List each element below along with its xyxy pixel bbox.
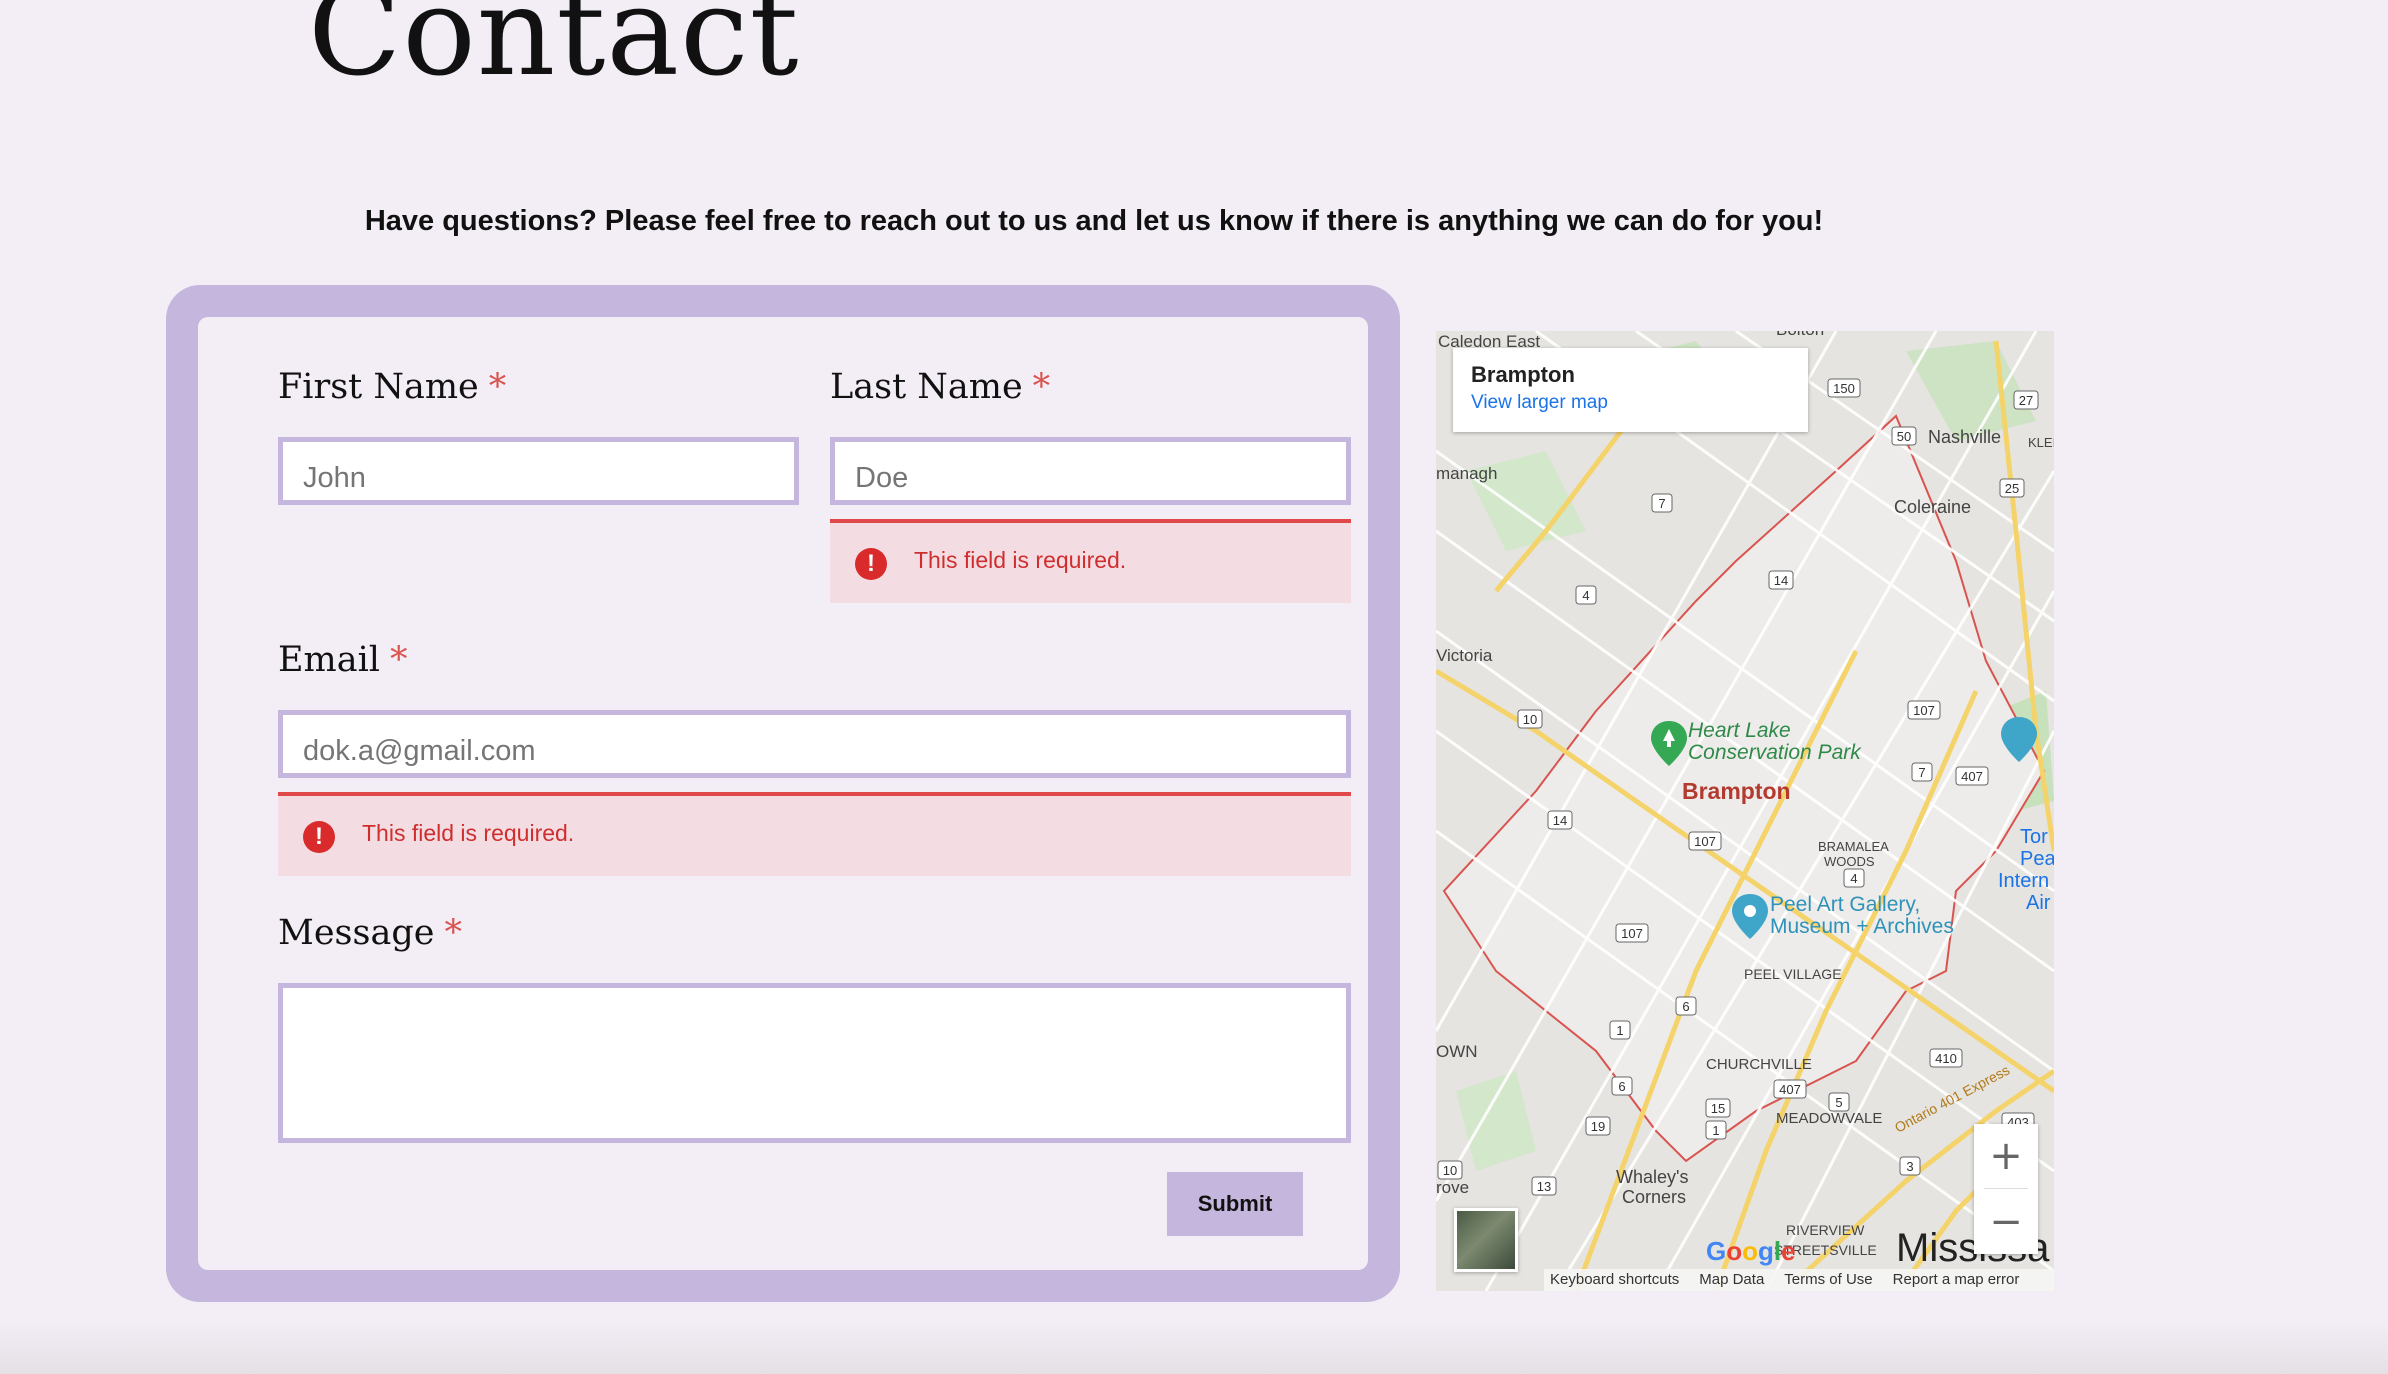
zoom-in-button[interactable]: + — [1974, 1124, 2038, 1188]
google-logo: Google — [1706, 1236, 1796, 1266]
last-name-error: ! This field is required. — [830, 519, 1351, 603]
route-shield: 50 — [1897, 429, 1911, 444]
route-shield: 4 — [1582, 588, 1589, 603]
route-shield: 13 — [1537, 1179, 1551, 1194]
route-shield: 1 — [1616, 1023, 1623, 1038]
error-icon: ! — [303, 821, 335, 853]
place-label: Corners — [1622, 1187, 1686, 1207]
route-shield: 5 — [1835, 1095, 1842, 1110]
first-name-input[interactable] — [278, 437, 799, 505]
route-shield: 19 — [1591, 1119, 1605, 1134]
last-name-label-text: Last Name — [830, 367, 1023, 407]
last-name-label: Last Name * — [830, 367, 1050, 407]
route-shield: 410 — [1935, 1051, 1957, 1066]
required-mark: * — [444, 913, 462, 953]
required-mark: * — [1032, 367, 1051, 407]
route-shield: 3 — [1906, 1159, 1913, 1174]
route-shield: 10 — [1443, 1163, 1457, 1178]
route-shield: 6 — [1618, 1079, 1625, 1094]
place-label: WOODS — [1824, 854, 1875, 869]
satellite-toggle[interactable] — [1454, 1208, 1518, 1272]
map-place-name: Brampton — [1471, 362, 1575, 387]
place-label: Tor — [2020, 826, 2048, 848]
route-shield: 1 — [1712, 1123, 1719, 1138]
route-shield: 15 — [1711, 1101, 1725, 1116]
zoom-out-button[interactable]: − — [1974, 1190, 2038, 1254]
place-label: Nashville — [1928, 427, 2001, 447]
route-shield: 27 — [2019, 393, 2033, 408]
place-label: Coleraine — [1894, 497, 1971, 517]
place-label: Whaley's — [1616, 1167, 1688, 1187]
map-footer: Keyboard shortcuts Map Data Terms of Use… — [1544, 1269, 2054, 1291]
park-label: Conservation Park — [1688, 741, 1862, 764]
page-title: Contact — [308, 0, 800, 103]
contact-form-frame: First Name* Last Name* ! This field is r… — [166, 285, 1400, 1302]
required-mark: * — [488, 367, 507, 407]
place-label: MEADOWVALE — [1776, 1110, 1882, 1127]
first-name-label: First Name * — [278, 367, 506, 407]
submit-button[interactable]: Submit — [1167, 1172, 1303, 1236]
terms-of-use-link[interactable]: Terms of Use — [1784, 1269, 1872, 1291]
place-label: Pea — [2020, 848, 2054, 870]
route-shield: 10 — [1523, 712, 1537, 727]
place-label: OWN — [1436, 1042, 1478, 1061]
route-shield: 107 — [1913, 703, 1935, 718]
place-label: Victoria — [1436, 646, 1493, 665]
museum-label: Museum + Archives — [1770, 915, 1954, 938]
map-embed[interactable]: 7 14 4 10 107 407 7 14 107 4 107 6 1 410… — [1436, 331, 2054, 1291]
message-label-text: Message — [278, 913, 435, 953]
place-label: BRAMALEA — [1818, 839, 1889, 854]
place-label: Bolton — [1776, 331, 1824, 339]
email-label: Email * — [278, 640, 408, 680]
route-shield: 25 — [2005, 481, 2019, 496]
keyboard-shortcuts-link[interactable]: Keyboard shortcuts — [1550, 1269, 1679, 1291]
error-icon: ! — [855, 548, 887, 580]
city-label: Brampton — [1682, 778, 1791, 804]
report-map-error-link[interactable]: Report a map error — [1893, 1269, 2020, 1291]
place-label: Air — [2026, 892, 2051, 914]
route-shield: 150 — [1833, 381, 1855, 396]
route-shield: 14 — [1774, 573, 1788, 588]
place-label: managh — [1436, 464, 1497, 483]
message-label: Message * — [278, 913, 462, 953]
route-shield: 7 — [1658, 496, 1665, 511]
route-shield: 407 — [1779, 1082, 1801, 1097]
route-shield: 7 — [1918, 765, 1925, 780]
last-name-error-text: This field is required. — [914, 547, 1127, 573]
message-textarea[interactable] — [278, 983, 1351, 1143]
route-shield: 107 — [1694, 834, 1716, 849]
last-name-input[interactable] — [830, 437, 1351, 505]
route-shield: 14 — [1553, 813, 1567, 828]
map-info-card: Brampton View larger map — [1453, 348, 1808, 432]
view-larger-map-link[interactable]: View larger map — [1471, 392, 1608, 414]
place-label: CHURCHVILLE — [1706, 1056, 1812, 1073]
zoom-divider — [1984, 1188, 2028, 1189]
contact-form: First Name* Last Name* ! This field is r… — [198, 317, 1368, 1270]
place-label: KLEI — [2028, 435, 2054, 450]
route-shield: 407 — [1961, 769, 1983, 784]
place-label: PEEL VILLAGE — [1744, 966, 1842, 982]
route-shield: 6 — [1682, 999, 1689, 1014]
place-label: RIVERVIEW — [1786, 1222, 1865, 1238]
required-mark: * — [390, 640, 408, 680]
map-canvas[interactable]: 7 14 4 10 107 407 7 14 107 4 107 6 1 410… — [1436, 331, 2054, 1291]
email-error-text: This field is required. — [362, 820, 575, 846]
page-bottom-shade — [0, 1320, 2388, 1374]
route-shield: 107 — [1621, 926, 1643, 941]
park-label: Heart Lake — [1688, 719, 1791, 742]
email-input[interactable] — [278, 710, 1351, 778]
first-name-label-text: First Name — [278, 367, 479, 407]
route-shield: 4 — [1850, 871, 1857, 886]
museum-label: Peel Art Gallery, — [1770, 893, 1920, 916]
place-label: rove — [1436, 1178, 1469, 1197]
email-error: ! This field is required. — [278, 792, 1351, 876]
email-label-text: Email — [278, 640, 380, 680]
place-label: Intern — [1998, 870, 2049, 892]
intro-text: Have questions? Please feel free to reac… — [364, 205, 1824, 237]
map-data-link[interactable]: Map Data — [1699, 1269, 1764, 1291]
zoom-controls: + − — [1974, 1124, 2038, 1254]
